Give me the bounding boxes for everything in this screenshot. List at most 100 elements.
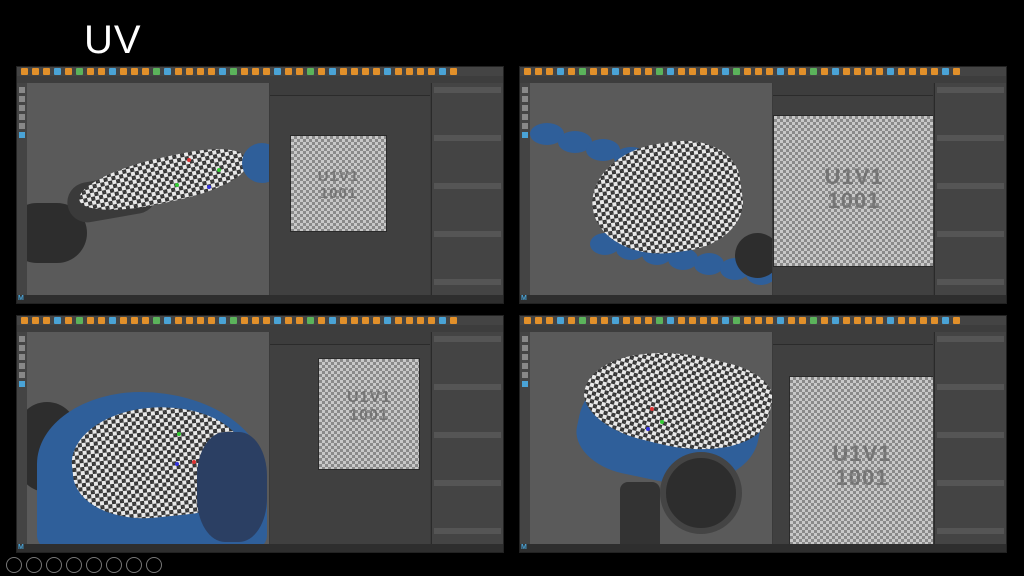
- shelf-tool-icon[interactable]: [197, 68, 204, 75]
- toolkit-option[interactable]: [434, 215, 501, 221]
- shelf-tool-icon[interactable]: [274, 68, 281, 75]
- shelf-tool-icon[interactable]: [164, 317, 171, 324]
- paint-tool-icon[interactable]: [19, 354, 25, 360]
- shelf-tool-icon[interactable]: [942, 68, 949, 75]
- menu-bar[interactable]: [17, 325, 503, 332]
- shelf-tool-icon[interactable]: [384, 317, 391, 324]
- toolkit-option[interactable]: [434, 111, 501, 117]
- toolkit-option[interactable]: [434, 159, 501, 165]
- toolkit-option[interactable]: [937, 103, 1004, 109]
- shelf-tool-icon[interactable]: [832, 68, 839, 75]
- toolkit-option[interactable]: [937, 344, 1004, 350]
- shelf-tool-icon[interactable]: [153, 317, 160, 324]
- toolkit-option[interactable]: [937, 464, 1004, 470]
- shelf-tool-icon[interactable]: [546, 68, 553, 75]
- shelf-tool-icon[interactable]: [296, 68, 303, 75]
- shelf-tool-icon[interactable]: [799, 317, 806, 324]
- toolkit-option[interactable]: [434, 247, 501, 253]
- shelf-tool-icon[interactable]: [931, 317, 938, 324]
- uv-editor[interactable]: U1V1 1001: [270, 332, 430, 544]
- shelf-tool-icon[interactable]: [700, 68, 707, 75]
- toolkit-option[interactable]: [434, 496, 501, 502]
- shelf-tool-icon[interactable]: [406, 317, 413, 324]
- toolkit-option[interactable]: [434, 400, 501, 406]
- toolkit-option[interactable]: [937, 456, 1004, 462]
- menu-bar[interactable]: [520, 325, 1006, 332]
- shelf-tool-icon[interactable]: [733, 317, 740, 324]
- shelf-tool-icon[interactable]: [645, 68, 652, 75]
- shelf-tool-icon[interactable]: [634, 317, 641, 324]
- shelf-tool-icon[interactable]: [230, 68, 237, 75]
- toolkit-section-header[interactable]: [434, 336, 501, 342]
- shelf-tool-icon[interactable]: [799, 68, 806, 75]
- shelf-tool-icon[interactable]: [395, 317, 402, 324]
- shelf-tool-icon[interactable]: [887, 317, 894, 324]
- uv-editor-toolbar[interactable]: [773, 332, 933, 345]
- shelf-tool-icon[interactable]: [296, 317, 303, 324]
- toolkit-option[interactable]: [434, 143, 501, 149]
- back-icon[interactable]: [6, 557, 22, 573]
- toolkit-option[interactable]: [937, 424, 1004, 430]
- shelf-tool-icon[interactable]: [439, 317, 446, 324]
- shelf-tool-icon[interactable]: [21, 68, 28, 75]
- toolkit-option[interactable]: [434, 344, 501, 350]
- shelf-tool-icon[interactable]: [887, 68, 894, 75]
- shelf-tool-icon[interactable]: [274, 317, 281, 324]
- shelf-tool-icon[interactable]: [766, 68, 773, 75]
- shelf-tool-icon[interactable]: [208, 317, 215, 324]
- shelf-tool-icon[interactable]: [351, 317, 358, 324]
- more-icon[interactable]: [146, 557, 162, 573]
- shelf-tool-icon[interactable]: [568, 68, 575, 75]
- paint-tool-icon[interactable]: [522, 354, 528, 360]
- shelf-tool-icon[interactable]: [579, 317, 586, 324]
- shelf-tool-icon[interactable]: [744, 68, 751, 75]
- shelf-tool-icon[interactable]: [810, 317, 817, 324]
- toolkit-option[interactable]: [434, 464, 501, 470]
- shelf-tool-icon[interactable]: [854, 68, 861, 75]
- toolkit-option[interactable]: [434, 127, 501, 133]
- shelf-tool-icon[interactable]: [362, 68, 369, 75]
- uv-tile-grid[interactable]: U1V1 1001: [789, 376, 933, 544]
- select-tool-icon[interactable]: [522, 87, 528, 93]
- toolkit-section-header[interactable]: [937, 87, 1004, 93]
- viewport-3d[interactable]: [530, 332, 772, 544]
- uv-editor[interactable]: U1V1 1001: [773, 83, 933, 295]
- shelf-tool-icon[interactable]: [373, 317, 380, 324]
- shelf-tool-icon[interactable]: [656, 68, 663, 75]
- toolkit-option[interactable]: [434, 151, 501, 157]
- shelf-tool-icon[interactable]: [98, 68, 105, 75]
- viewport-3d[interactable]: [530, 83, 772, 295]
- shelf-tool-icon[interactable]: [285, 68, 292, 75]
- shelf-tool-icon[interactable]: [439, 68, 446, 75]
- select-tool-icon[interactable]: [19, 87, 25, 93]
- shelf-tool-icon[interactable]: [120, 68, 127, 75]
- shelf-tool-icon[interactable]: [843, 317, 850, 324]
- shelf-tool-icon[interactable]: [678, 68, 685, 75]
- uv-tile-grid[interactable]: U1V1 1001: [290, 135, 387, 232]
- shelf-tool-icon[interactable]: [175, 68, 182, 75]
- toolkit-option[interactable]: [434, 512, 501, 518]
- shelf-tool-icon[interactable]: [87, 317, 94, 324]
- toolkit-option[interactable]: [937, 127, 1004, 133]
- component-handle[interactable]: [175, 183, 179, 187]
- uv-tile-grid[interactable]: U1V1 1001: [318, 358, 420, 470]
- toolkit-option[interactable]: [434, 368, 501, 374]
- toolkit-option[interactable]: [937, 239, 1004, 245]
- shelf-tool-icon[interactable]: [54, 68, 61, 75]
- toolkit-option[interactable]: [937, 520, 1004, 526]
- shelf-tool-icon[interactable]: [252, 317, 259, 324]
- component-handle[interactable]: [187, 158, 191, 162]
- toolkit-section-header[interactable]: [937, 528, 1004, 534]
- shelf-tool-icon[interactable]: [579, 68, 586, 75]
- shelf-tool-icon[interactable]: [546, 317, 553, 324]
- lasso-tool-icon[interactable]: [19, 345, 25, 351]
- toolkit-option[interactable]: [434, 119, 501, 125]
- toolkit-section-header[interactable]: [434, 231, 501, 237]
- scale-tool-icon[interactable]: [19, 132, 25, 138]
- lasso-tool-icon[interactable]: [522, 345, 528, 351]
- shelf-tool-icon[interactable]: [766, 317, 773, 324]
- toolkit-section-header[interactable]: [434, 135, 501, 141]
- shelf-tool-icon[interactable]: [351, 68, 358, 75]
- shelf-tool-icon[interactable]: [568, 317, 575, 324]
- shelf-tool-icon[interactable]: [854, 317, 861, 324]
